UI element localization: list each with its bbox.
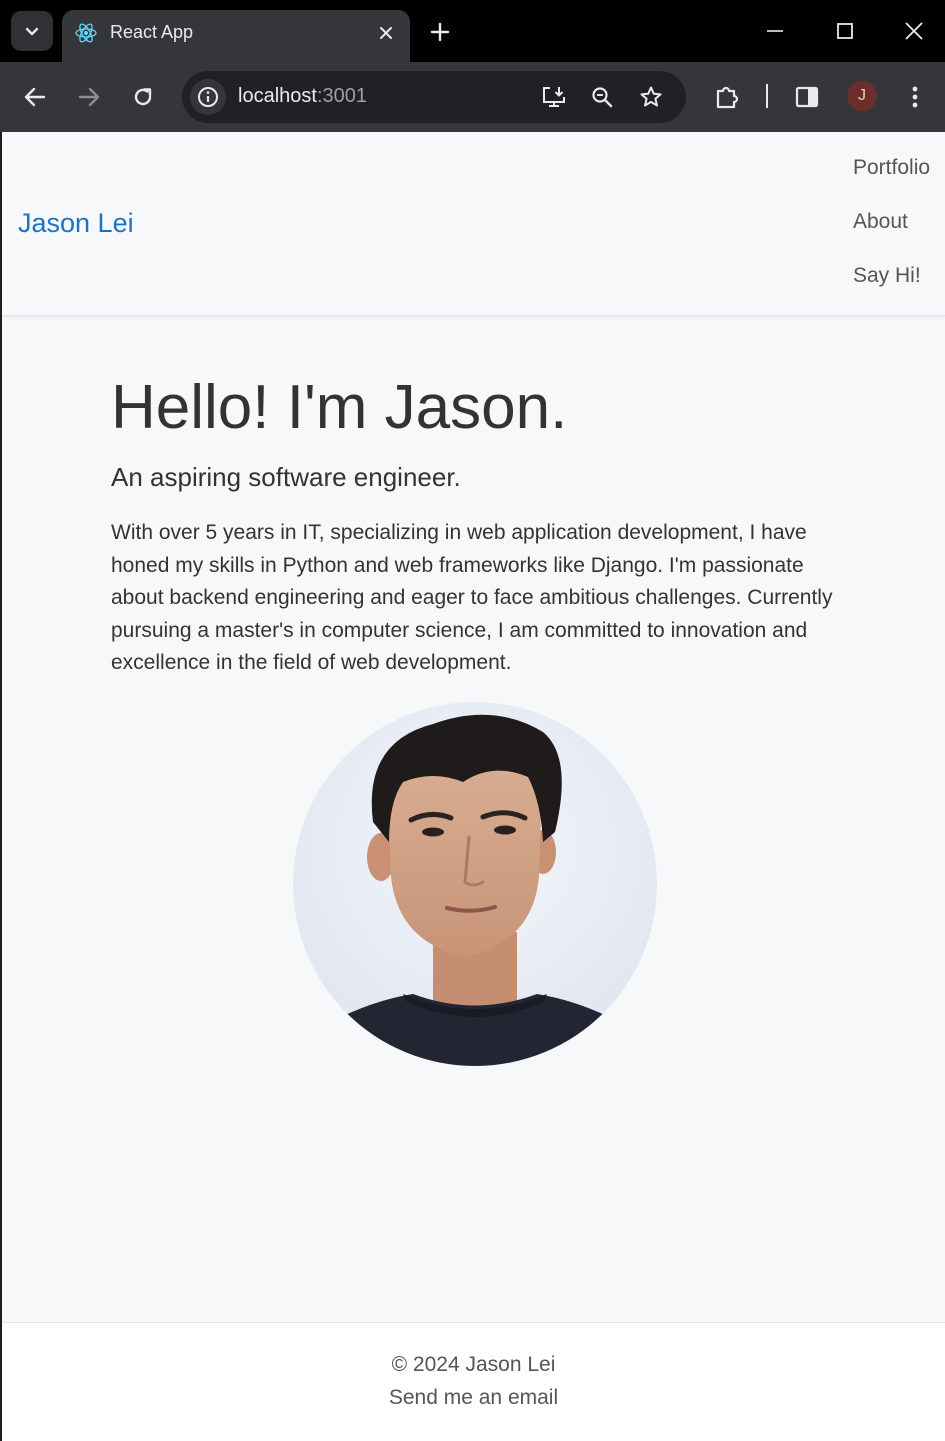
extensions-button[interactable] [712,82,742,112]
forward-button[interactable] [74,82,104,112]
maximize-icon [837,23,853,39]
url-host: localhost [238,85,317,107]
site-info-icon [198,87,218,107]
minimize-icon [767,30,783,32]
reload-icon [134,88,152,106]
page-viewport: Jason Lei Portfolio About Say Hi! Hello!… [2,132,945,1441]
browser-tab-strip: React App [0,0,945,62]
chevron-down-icon [25,27,39,36]
minimize-button[interactable] [760,16,790,46]
window-close-icon [905,22,923,40]
plus-icon [430,22,450,42]
close-icon [380,27,392,39]
tab-search-button[interactable] [11,11,53,51]
hero-title: Hello! I'm Jason. [111,373,568,442]
forward-arrow-icon [78,87,100,107]
install-app-icon [543,87,565,107]
more-menu-button[interactable] [900,82,930,112]
browser-toolbar: localhost:3001 [0,62,945,132]
profile-photo [293,702,657,1066]
profile-avatar[interactable]: J [847,81,877,111]
react-favicon-icon [75,23,97,43]
site-footer: © 2024 Jason Lei Send me an email [2,1322,945,1441]
hero-bio: With over 5 years in IT, specializing in… [111,521,833,674]
address-bar[interactable]: localhost:3001 [182,71,686,123]
nav-link-portfolio[interactable]: Portfolio [853,156,930,210]
site-navbar: Jason Lei Portfolio About Say Hi! [2,132,945,316]
toolbar-separator [766,84,768,108]
browser-tab[interactable]: React App [62,10,410,62]
extensions-icon [716,86,739,109]
footer-copyright: © 2024 Jason Lei [391,1353,556,1376]
reload-button[interactable] [128,82,158,112]
zoom-button[interactable] [588,83,616,111]
new-tab-button[interactable] [426,18,454,46]
window-close-button[interactable] [899,16,929,46]
hero-subtitle: An aspiring software engineer. [111,462,461,492]
bookmark-button[interactable] [637,83,665,111]
tab-title: React App [110,22,194,42]
zoom-icon [592,87,613,108]
side-panel-button[interactable] [792,82,822,112]
nav-link-say-hi[interactable]: Say Hi! [853,264,930,318]
nav-link-about[interactable]: About [853,210,930,264]
nav-links: Portfolio About Say Hi! [853,156,930,318]
bookmark-star-icon [640,86,662,107]
install-app-button[interactable] [540,83,568,111]
back-arrow-icon [24,87,46,107]
url-text[interactable]: localhost:3001 [238,85,367,108]
maximize-button[interactable] [830,16,860,46]
back-button[interactable] [20,82,50,112]
tab-close-button[interactable] [374,21,398,45]
url-port: :3001 [316,85,367,107]
brand-link[interactable]: Jason Lei [18,208,134,239]
side-panel-icon [795,86,819,108]
more-menu-icon [912,86,918,108]
site-info-button[interactable] [190,79,226,115]
email-link[interactable]: Send me an email [2,1386,945,1410]
